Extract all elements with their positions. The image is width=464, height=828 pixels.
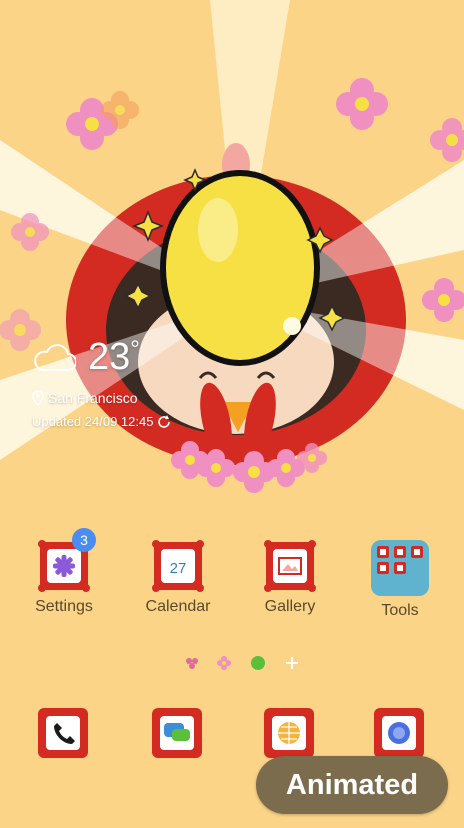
dock-phone[interactable] (36, 706, 90, 765)
internet-icon (374, 708, 424, 758)
calendar-icon: 27 (152, 540, 204, 592)
dock-messages[interactable] (150, 706, 204, 765)
temperature: 23° (88, 336, 140, 379)
page-dot-2 (216, 655, 232, 676)
messages-icon (152, 708, 202, 758)
page-dot-current (250, 655, 266, 676)
app-settings[interactable]: 3 Settings (14, 528, 114, 616)
updated-text: Updated 24/09 12:45 (32, 414, 154, 429)
animated-label-button[interactable]: Animated (256, 756, 448, 814)
page-dot-1 (184, 655, 200, 676)
refresh-icon[interactable] (157, 414, 171, 429)
location-name: San Francisco (48, 390, 138, 406)
add-page-icon (284, 655, 300, 676)
app-label: Calendar (145, 598, 211, 615)
calendar-date: 27 (170, 560, 187, 577)
app-label: Gallery (264, 598, 316, 615)
app-calendar[interactable]: 27 Calendar (128, 540, 228, 616)
notification-badge: 3 (72, 528, 96, 552)
degree-symbol: ° (130, 336, 140, 363)
weather-widget[interactable]: 23° San Francisco Updated 24/09 12:45 (30, 332, 230, 432)
tools-folder-icon (371, 540, 429, 596)
app-tools-folder[interactable]: Tools (350, 540, 450, 620)
location-pin-icon (32, 390, 44, 406)
app-gallery[interactable]: Gallery (240, 540, 340, 616)
app-label: Tools (381, 602, 419, 619)
home-screen: 23° San Francisco Updated 24/09 12:45 3 … (0, 0, 464, 828)
app-label: Settings (35, 598, 93, 615)
location: San Francisco (32, 390, 137, 406)
cloud-icon (34, 344, 76, 371)
browser-globe-icon (264, 708, 314, 758)
page-indicator[interactable] (180, 655, 300, 675)
gallery-icon (264, 540, 316, 592)
animated-label-text: Animated (285, 768, 419, 801)
updated-time: Updated 24/09 12:45 (32, 414, 171, 429)
temperature-value: 23 (88, 336, 131, 378)
settings-gear-icon: 3 (38, 528, 96, 592)
phone-icon (38, 708, 88, 758)
